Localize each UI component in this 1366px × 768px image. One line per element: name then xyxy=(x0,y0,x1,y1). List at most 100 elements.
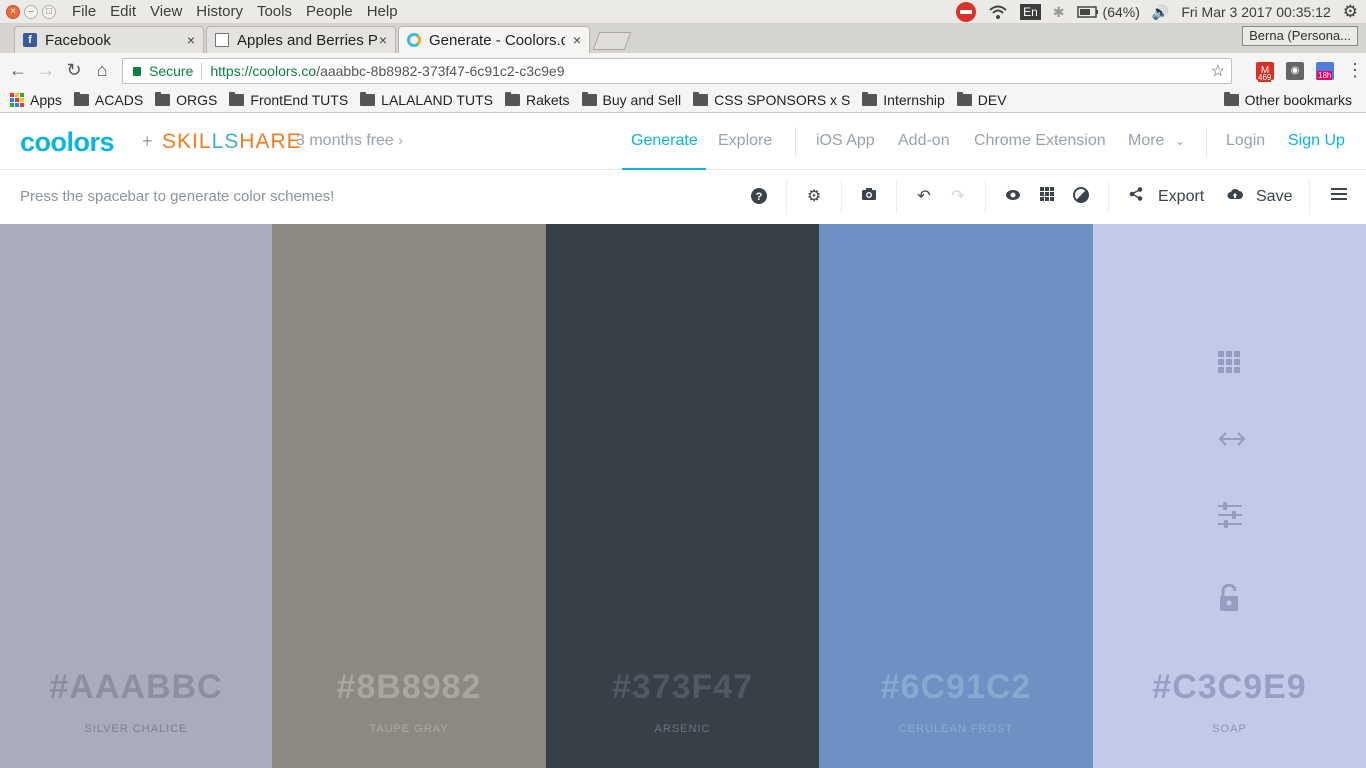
extensions-area: M 469 ◉ 18h ⋮ xyxy=(1256,60,1364,82)
facebook-icon: f xyxy=(23,33,37,47)
color-swatch-1[interactable]: #AAABBC SILVER CHALICE xyxy=(0,224,272,768)
swatch-color-name: SOAP xyxy=(1212,723,1247,735)
new-tab-button[interactable] xyxy=(592,32,632,50)
login-link[interactable]: Login xyxy=(1226,132,1265,150)
shades-grid-icon[interactable] xyxy=(1217,350,1243,376)
tab-close-icon[interactable]: × xyxy=(573,32,581,48)
color-swatch-4[interactable]: #6C91C2 CERULEAN FROST xyxy=(819,224,1093,768)
folder-icon xyxy=(862,91,878,106)
bookmark-folder-lalaland-tuts[interactable]: LALALAND TUTS xyxy=(360,91,493,108)
skillshare-logo[interactable]: SKILLSHARE xyxy=(162,130,302,154)
camera-icon[interactable] xyxy=(859,187,879,207)
nav-generate[interactable]: Generate xyxy=(631,132,698,150)
do-not-disturb-icon[interactable] xyxy=(956,2,977,22)
menu-edit[interactable]: Edit xyxy=(110,3,136,20)
redo-icon[interactable]: ↷ xyxy=(948,187,968,207)
menu-file[interactable]: File xyxy=(72,3,96,20)
cloud-upload-icon[interactable] xyxy=(1225,187,1245,207)
settings-icon[interactable]: ⚙ xyxy=(804,187,824,207)
bookmark-label: FrontEnd TUTS xyxy=(250,91,349,108)
export-button[interactable]: Export xyxy=(1158,188,1204,206)
menu-history[interactable]: History xyxy=(196,3,243,20)
toolbar-divider xyxy=(1108,180,1109,214)
unlock-icon[interactable] xyxy=(1217,583,1243,611)
tab-close-icon[interactable]: × xyxy=(379,32,387,48)
menu-help[interactable]: Help xyxy=(367,3,398,20)
swatch-hex[interactable]: #C3C9E9 xyxy=(1093,668,1366,707)
signup-link[interactable]: Sign Up xyxy=(1288,132,1345,150)
volume-icon[interactable]: 🔊 xyxy=(1152,4,1169,21)
other-bookmarks[interactable]: Other bookmarks xyxy=(1223,91,1352,108)
undo-icon[interactable]: ↶ xyxy=(914,187,934,207)
clock[interactable]: Fri Mar 3 2017 00:35:12 xyxy=(1181,4,1330,20)
bookmark-folder-acads[interactable]: ACADS xyxy=(73,91,144,108)
browser-tab-strip: f Facebook × Apples and Berries P × Gene… xyxy=(0,24,1366,53)
adjust-sliders-icon[interactable] xyxy=(1217,501,1243,528)
wifi-icon[interactable] xyxy=(988,4,1008,20)
profile-button[interactable]: Berna (Persona... xyxy=(1242,26,1358,46)
swatch-hex[interactable]: #AAABBC xyxy=(0,668,272,707)
tab-apples-and-berries[interactable]: Apples and Berries P × xyxy=(206,26,396,53)
nav-ios-app[interactable]: iOS App xyxy=(816,132,875,150)
bookmark-folder-buy-and-sell[interactable]: Buy and Sell xyxy=(581,91,682,108)
bookmark-folder-orgs[interactable]: ORGS xyxy=(155,91,217,108)
bookmark-label: ACADS xyxy=(94,91,144,108)
promo-label: 3 months free xyxy=(296,132,394,149)
nav-more[interactable]: More ⌄ xyxy=(1128,132,1185,150)
battery-indicator[interactable]: (64%) xyxy=(1076,4,1140,20)
window-minimize-button[interactable]: – xyxy=(24,4,38,19)
drag-arrows-icon[interactable] xyxy=(1217,427,1246,453)
hamburger-menu-icon[interactable] xyxy=(1329,187,1349,207)
color-swatch-2[interactable]: #8B8982 TAUPE GRAY xyxy=(272,224,546,768)
bookmark-apps[interactable]: Apps xyxy=(10,92,62,108)
nav-explore[interactable]: Explore xyxy=(718,132,772,150)
reload-icon[interactable]: ↻ xyxy=(60,60,88,81)
app-menus: File Edit View History Tools People Help xyxy=(72,3,398,20)
swatch-color-name: CERULEAN FROST xyxy=(898,723,1014,735)
toolbar-divider xyxy=(1309,180,1310,214)
address-bar[interactable]: Secure https://coolors.co /aaabbc-8b8982… xyxy=(122,58,1232,84)
gmail-extension-icon[interactable]: M 469 xyxy=(1256,61,1274,82)
menu-tools[interactable]: Tools xyxy=(257,3,292,20)
bookmark-label: Buy and Sell xyxy=(602,91,682,108)
back-arrow-icon[interactable]: ← xyxy=(4,60,32,81)
color-swatch-5[interactable]: #C3C9E9 SOAP xyxy=(1093,224,1366,768)
save-button[interactable]: Save xyxy=(1256,188,1292,206)
bluetooth-icon[interactable]: ✱ xyxy=(1053,4,1065,21)
swatch-hex[interactable]: #373F47 xyxy=(546,668,819,707)
browser-menu-icon[interactable]: ⋮ xyxy=(1346,60,1364,81)
bookmark-folder-dev[interactable]: DEV xyxy=(956,91,1007,108)
window-close-button[interactable]: × xyxy=(6,4,20,19)
swatch-hex[interactable]: #6C91C2 xyxy=(819,668,1093,707)
tab-facebook[interactable]: f Facebook × xyxy=(14,26,204,53)
calendar-extension-icon[interactable]: 18h xyxy=(1316,61,1334,80)
forward-arrow-icon[interactable]: → xyxy=(32,60,60,81)
window-maximize-button[interactable]: □ xyxy=(42,4,56,19)
lightbulb-extension-icon[interactable]: ◉ xyxy=(1286,61,1304,80)
contrast-icon[interactable] xyxy=(1071,187,1091,207)
menu-people[interactable]: People xyxy=(306,3,353,20)
battery-percent: (64%) xyxy=(1102,4,1140,20)
nav-add-on[interactable]: Add-on xyxy=(898,132,950,150)
bookmark-label: CSS SPONSORS x S xyxy=(714,91,851,108)
tab-close-icon[interactable]: × xyxy=(187,32,195,48)
bookmark-folder-internship[interactable]: Internship xyxy=(862,91,945,108)
help-icon[interactable]: ? xyxy=(749,187,769,207)
bookmark-folder-rakets[interactable]: Rakets xyxy=(504,91,570,108)
grid-view-icon[interactable] xyxy=(1037,187,1057,207)
bookmark-folder-css-sponsors[interactable]: CSS SPONSORS x S xyxy=(693,91,851,108)
bookmark-star-icon[interactable]: ☆ xyxy=(1211,61,1225,81)
settings-gear-icon[interactable]: ⚙ xyxy=(1343,2,1358,22)
bookmark-folder-frontend-tuts[interactable]: FrontEnd TUTS xyxy=(229,91,349,108)
coolors-logo[interactable]: coolors xyxy=(20,127,115,158)
nav-chrome-extension[interactable]: Chrome Extension xyxy=(974,132,1106,150)
menu-view[interactable]: View xyxy=(150,3,182,20)
keyboard-language[interactable]: En xyxy=(1020,4,1041,20)
eye-icon[interactable] xyxy=(1003,187,1023,207)
color-swatch-3[interactable]: #373F47 ARSENIC xyxy=(546,224,819,768)
tab-coolors[interactable]: Generate - Coolors.c × xyxy=(398,26,590,53)
promo-link[interactable]: 3 months free › xyxy=(296,132,403,150)
share-icon[interactable] xyxy=(1126,187,1146,207)
swatch-hex[interactable]: #8B8982 xyxy=(272,668,546,707)
home-icon[interactable]: ⌂ xyxy=(88,60,116,81)
